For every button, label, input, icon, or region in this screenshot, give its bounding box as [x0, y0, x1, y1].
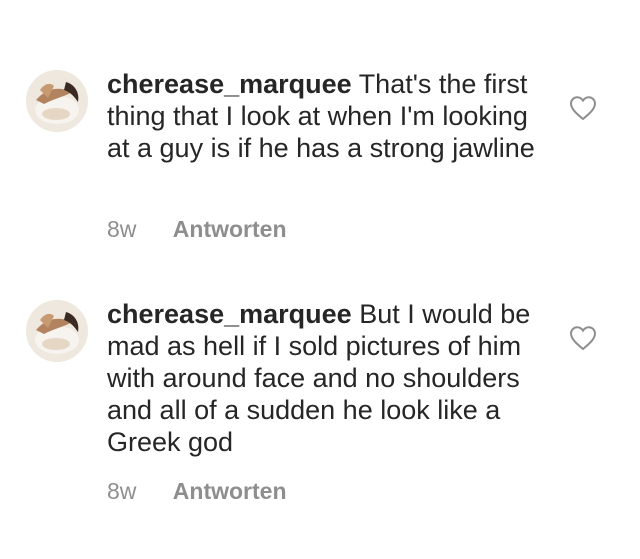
avatar-image	[26, 70, 88, 132]
avatar-image	[26, 300, 88, 362]
comment-username[interactable]: cherease_marquee	[107, 69, 352, 99]
avatar[interactable]	[26, 70, 88, 132]
reply-button[interactable]: Antworten	[173, 478, 287, 504]
comment-text-block: cherease_marquee That's the first thing …	[107, 68, 547, 164]
comment-text-block: cherease_marquee But I would be mad as h…	[107, 298, 547, 458]
reply-button[interactable]: Antworten	[173, 216, 287, 242]
comment-timestamp: 8w	[107, 216, 137, 242]
avatar[interactable]	[26, 300, 88, 362]
comment-username[interactable]: cherease_marquee	[107, 299, 352, 329]
heart-outline-icon[interactable]	[569, 95, 597, 121]
comment-timestamp: 8w	[107, 478, 137, 504]
comment-meta: 8w Antworten	[107, 478, 287, 505]
heart-outline-icon[interactable]	[569, 325, 597, 351]
comment-meta: 8w Antworten	[107, 216, 287, 243]
